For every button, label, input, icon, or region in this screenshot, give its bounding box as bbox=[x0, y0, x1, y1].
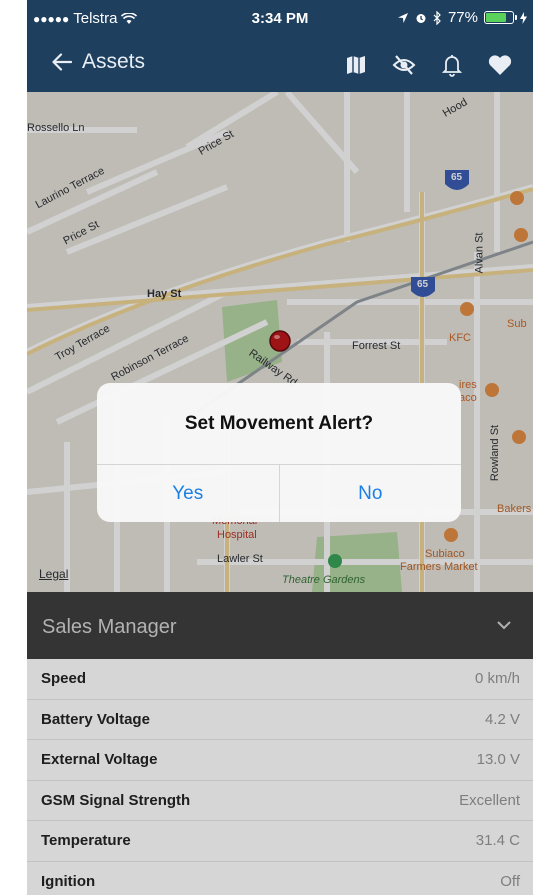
eye-off-icon[interactable] bbox=[391, 52, 417, 78]
detail-key: Battery Voltage bbox=[41, 710, 150, 728]
detail-key: Ignition bbox=[41, 872, 96, 890]
alarm-icon bbox=[416, 13, 426, 23]
back-arrow-icon bbox=[52, 53, 72, 71]
detail-value: 13.0 V bbox=[476, 751, 520, 769]
status-bar: ●●●●● Telstra 3:34 PM 77% bbox=[27, 0, 533, 40]
detail-row-ignition: Ignition Off bbox=[27, 861, 533, 895]
detail-value: 4.2 V bbox=[484, 710, 520, 728]
detail-row-external-voltage: External Voltage 13.0 V bbox=[27, 740, 533, 781]
alert-buttons: Yes No bbox=[97, 464, 461, 522]
yes-button[interactable]: Yes bbox=[97, 465, 279, 522]
asset-panel-header[interactable]: Sales Manager bbox=[27, 592, 533, 659]
status-right: 77% bbox=[397, 9, 527, 26]
detail-row-speed: Speed 0 km/h bbox=[27, 659, 533, 700]
detail-row-battery-voltage: Battery Voltage 4.2 V bbox=[27, 699, 533, 740]
nav-actions bbox=[343, 52, 513, 78]
battery-icon bbox=[484, 11, 517, 24]
app-screen: ●●●●● Telstra 3:34 PM 77% Assets Rossell… bbox=[27, 0, 533, 895]
detail-value: 31.4 C bbox=[475, 832, 520, 850]
detail-key: GSM Signal Strength bbox=[41, 791, 191, 809]
back-button[interactable]: Assets bbox=[52, 50, 145, 74]
map-icon[interactable] bbox=[343, 52, 369, 78]
bell-icon[interactable] bbox=[439, 52, 465, 78]
no-button[interactable]: No bbox=[278, 465, 462, 522]
nav-bar: Assets bbox=[27, 40, 533, 92]
asset-details-list: Speed 0 km/h Battery Voltage 4.2 V Externa… bbox=[27, 659, 533, 895]
alert-title: Set Movement Alert? bbox=[184, 413, 374, 434]
detail-key: Speed bbox=[41, 670, 87, 688]
movement-alert-dialog: Set Movement Alert? Yes No bbox=[97, 383, 461, 522]
bluetooth-icon bbox=[433, 10, 441, 25]
detail-value: 0 km/h bbox=[474, 670, 520, 688]
detail-value: Off bbox=[500, 872, 520, 890]
charging-bolt-icon bbox=[520, 11, 527, 24]
chevron-down-icon bbox=[497, 621, 511, 630]
detail-key: External Voltage bbox=[41, 751, 158, 769]
battery-percent: 77% bbox=[447, 9, 478, 26]
detail-row-temperature: Temperature 31.4 C bbox=[27, 821, 533, 862]
back-label: Assets bbox=[82, 50, 146, 73]
detail-key: Temperature bbox=[41, 832, 131, 850]
location-arrow-icon bbox=[397, 12, 408, 23]
detail-value: Excellent bbox=[459, 791, 520, 809]
asset-name: Sales Manager bbox=[42, 616, 177, 638]
detail-row-gsm-signal: GSM Signal Strength Excellent bbox=[27, 780, 533, 821]
heart-icon[interactable] bbox=[487, 52, 513, 78]
